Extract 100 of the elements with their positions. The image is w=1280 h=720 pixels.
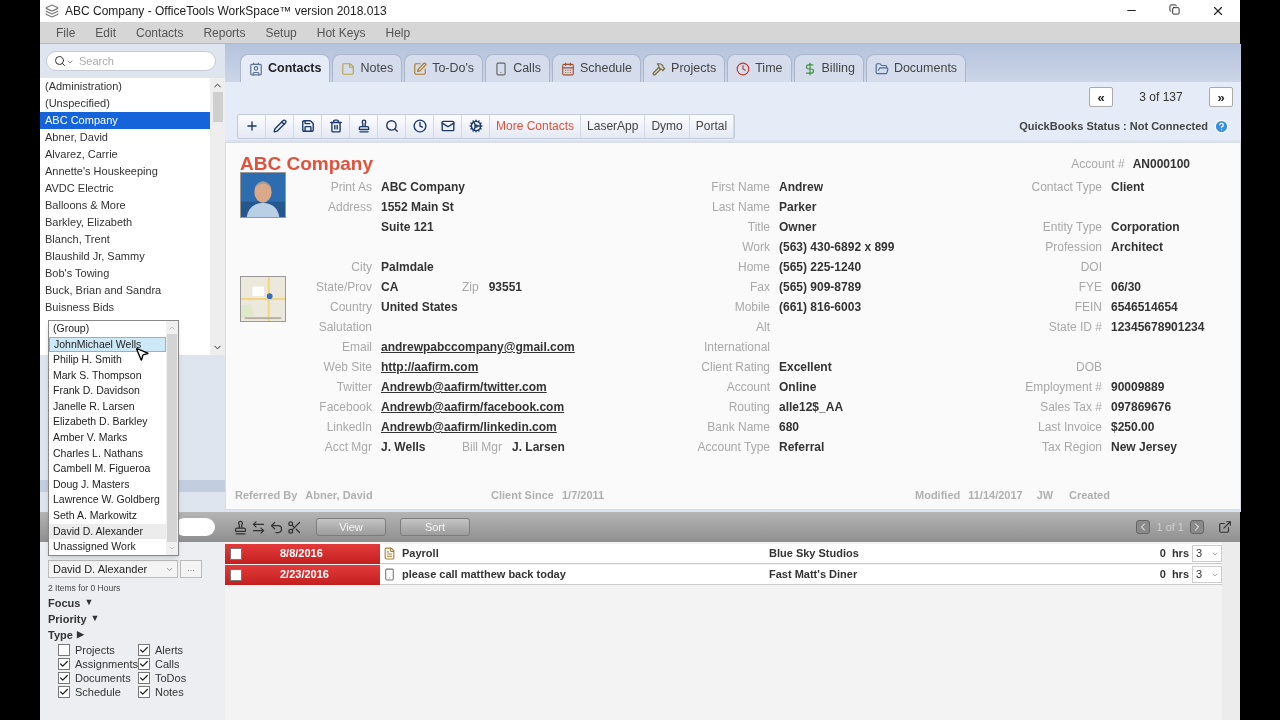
priority-select[interactable]: 3: [1192, 545, 1222, 562]
task-row[interactable]: 2/23/2016 please call matthew back today Fast Matt's Diner 0 hrs 3: [225, 565, 1222, 585]
list-item[interactable]: Barkley, Elizabeth: [40, 214, 210, 231]
assignee-select[interactable]: David D. Alexander: [48, 560, 178, 578]
list-item[interactable]: (Unspecified): [40, 95, 210, 112]
toggle-arrow[interactable]: ▼: [84, 596, 94, 610]
task-row[interactable]: 8/8/2016 Payroll Blue Sky Studios 0 hrs 3: [225, 544, 1222, 564]
tab[interactable]: Time: [727, 54, 792, 82]
menu-item[interactable]: Contacts: [136, 23, 184, 42]
tab[interactable]: Projects: [643, 54, 726, 82]
tab[interactable]: Notes: [332, 54, 403, 82]
list-item[interactable]: Balloons & More: [40, 197, 210, 214]
dropdown-item[interactable]: Unassigned Work: [49, 539, 166, 555]
tab[interactable]: Contacts: [240, 54, 331, 82]
scissors-icon[interactable]: [287, 519, 302, 535]
list-item[interactable]: (Administration): [40, 78, 210, 95]
dropdown-item[interactable]: Doug J. Masters: [49, 476, 166, 493]
menu-item[interactable]: File: [56, 23, 76, 42]
dropdown-item[interactable]: (Group): [49, 321, 166, 337]
checkbox[interactable]: [58, 657, 70, 670]
priority-select[interactable]: 3: [1192, 566, 1222, 583]
help-icon[interactable]: [1214, 118, 1229, 134]
menu-item[interactable]: Hot Keys: [316, 23, 366, 42]
toolbar-button[interactable]: Portal: [689, 114, 735, 138]
stamp-icon[interactable]: [233, 519, 248, 535]
close-icon[interactable]: [1211, 4, 1225, 18]
dropdown-item[interactable]: Frank D. Davidson: [49, 383, 166, 399]
dropdown-item[interactable]: JohnMichael Wells: [49, 336, 166, 353]
scroll-thumb[interactable]: [212, 92, 223, 122]
list-item[interactable]: Alvarez, Carrie: [40, 146, 210, 163]
search-field[interactable]: Search: [46, 51, 216, 71]
checkbox[interactable]: [58, 685, 70, 698]
restore-icon[interactable]: [1169, 4, 1180, 15]
dropdown-item[interactable]: Philip H. Smith: [49, 352, 166, 368]
checkbox[interactable]: [138, 643, 150, 656]
link[interactable]: http://aafirm.com: [381, 358, 479, 376]
mail-icon[interactable]: [440, 119, 455, 133]
save-icon[interactable]: [300, 119, 315, 133]
list-item[interactable]: Buisness Bids: [40, 299, 210, 316]
list-item[interactable]: Buck, Brian and Sandra: [40, 282, 210, 299]
section-header[interactable]: Focus: [48, 594, 81, 611]
scrollbar[interactable]: [210, 78, 225, 355]
list-item[interactable]: Blaushild Jr, Sammy: [40, 248, 210, 265]
pencil-icon[interactable]: [272, 119, 287, 133]
caret-icon[interactable]: [66, 58, 74, 66]
previous-button[interactable]: «: [1089, 87, 1113, 107]
pop-out-icon[interactable]: [1218, 520, 1232, 534]
scroll-thumb[interactable]: [167, 334, 177, 542]
toggle-arrow[interactable]: ▶: [76, 628, 84, 642]
checkbox[interactable]: [230, 547, 242, 560]
scrollbar[interactable]: [166, 321, 178, 555]
search-icon[interactable]: [384, 119, 399, 133]
dropdown-item[interactable]: Lawrence W. Goldberg: [49, 492, 166, 509]
dropdown-item[interactable]: Janelle R. Larsen: [49, 398, 166, 415]
list-item[interactable]: Annette's Houskeeping: [40, 163, 210, 180]
dropdown-item[interactable]: Charles L. Nathans: [49, 445, 166, 462]
next-button[interactable]: »: [1209, 87, 1233, 107]
section-header[interactable]: Type: [48, 626, 73, 643]
checkbox[interactable]: [230, 568, 242, 581]
trash-icon[interactable]: [328, 119, 343, 133]
toolbar-button[interactable]: More Contacts: [490, 114, 582, 138]
swap-icon[interactable]: [251, 519, 266, 535]
previous-page-icon[interactable]: [1136, 520, 1151, 534]
checkbox[interactable]: [138, 685, 150, 698]
dropdown-item[interactable]: Cambell M. Figueroa: [49, 461, 166, 477]
list-item[interactable]: Blanch, Trent: [40, 231, 210, 248]
toggle-arrow[interactable]: ▼: [90, 612, 100, 626]
list-item[interactable]: AVDC Electric: [40, 180, 210, 197]
link[interactable]: Andrewb@aafirm/twitter.com: [381, 378, 547, 396]
tab[interactable]: To-Do's: [404, 54, 484, 82]
menu-item[interactable]: Edit: [95, 23, 117, 42]
more-button[interactable]: ...: [180, 560, 202, 578]
dropdown-item[interactable]: Amber V. Marks: [49, 430, 166, 446]
checkbox[interactable]: [138, 671, 150, 684]
toolbar-button[interactable]: Dymo: [645, 114, 690, 138]
menu-item[interactable]: Reports: [203, 23, 246, 42]
dropdown-item[interactable]: Mark S. Thompson: [49, 367, 166, 384]
clock-icon[interactable]: [412, 119, 427, 133]
tab[interactable]: Calls: [485, 54, 550, 82]
settings-icon[interactable]: [468, 119, 483, 133]
next-page-icon[interactable]: [1190, 520, 1204, 534]
dropdown-item[interactable]: Seth A. Markowitz: [49, 508, 166, 524]
undo-icon[interactable]: [269, 519, 284, 535]
checkbox[interactable]: [58, 643, 70, 656]
list-item[interactable]: Abner, David: [40, 129, 210, 146]
menu-item[interactable]: Setup: [265, 23, 297, 42]
link[interactable]: Andrewb@aafirm/linkedin.com: [381, 418, 557, 436]
dropdown-item[interactable]: Elizabeth D. Barkley: [49, 414, 166, 431]
dropdown-item[interactable]: David D. Alexander: [49, 523, 166, 540]
menu-item[interactable]: Help: [385, 23, 411, 42]
tab[interactable]: Billing: [793, 54, 864, 82]
tab[interactable]: Documents: [865, 54, 967, 82]
checkbox[interactable]: [138, 657, 150, 670]
toolbar-button[interactable]: LaserApp: [581, 114, 646, 138]
list-item[interactable]: Bob's Towing: [40, 265, 210, 282]
list-item[interactable]: ABC Company: [40, 112, 210, 129]
add-icon[interactable]: [244, 119, 259, 133]
section-header[interactable]: Priority: [48, 610, 87, 627]
stamp-icon[interactable]: [356, 119, 371, 133]
link[interactable]: andrewpabccompany@gmail.com: [381, 338, 575, 356]
